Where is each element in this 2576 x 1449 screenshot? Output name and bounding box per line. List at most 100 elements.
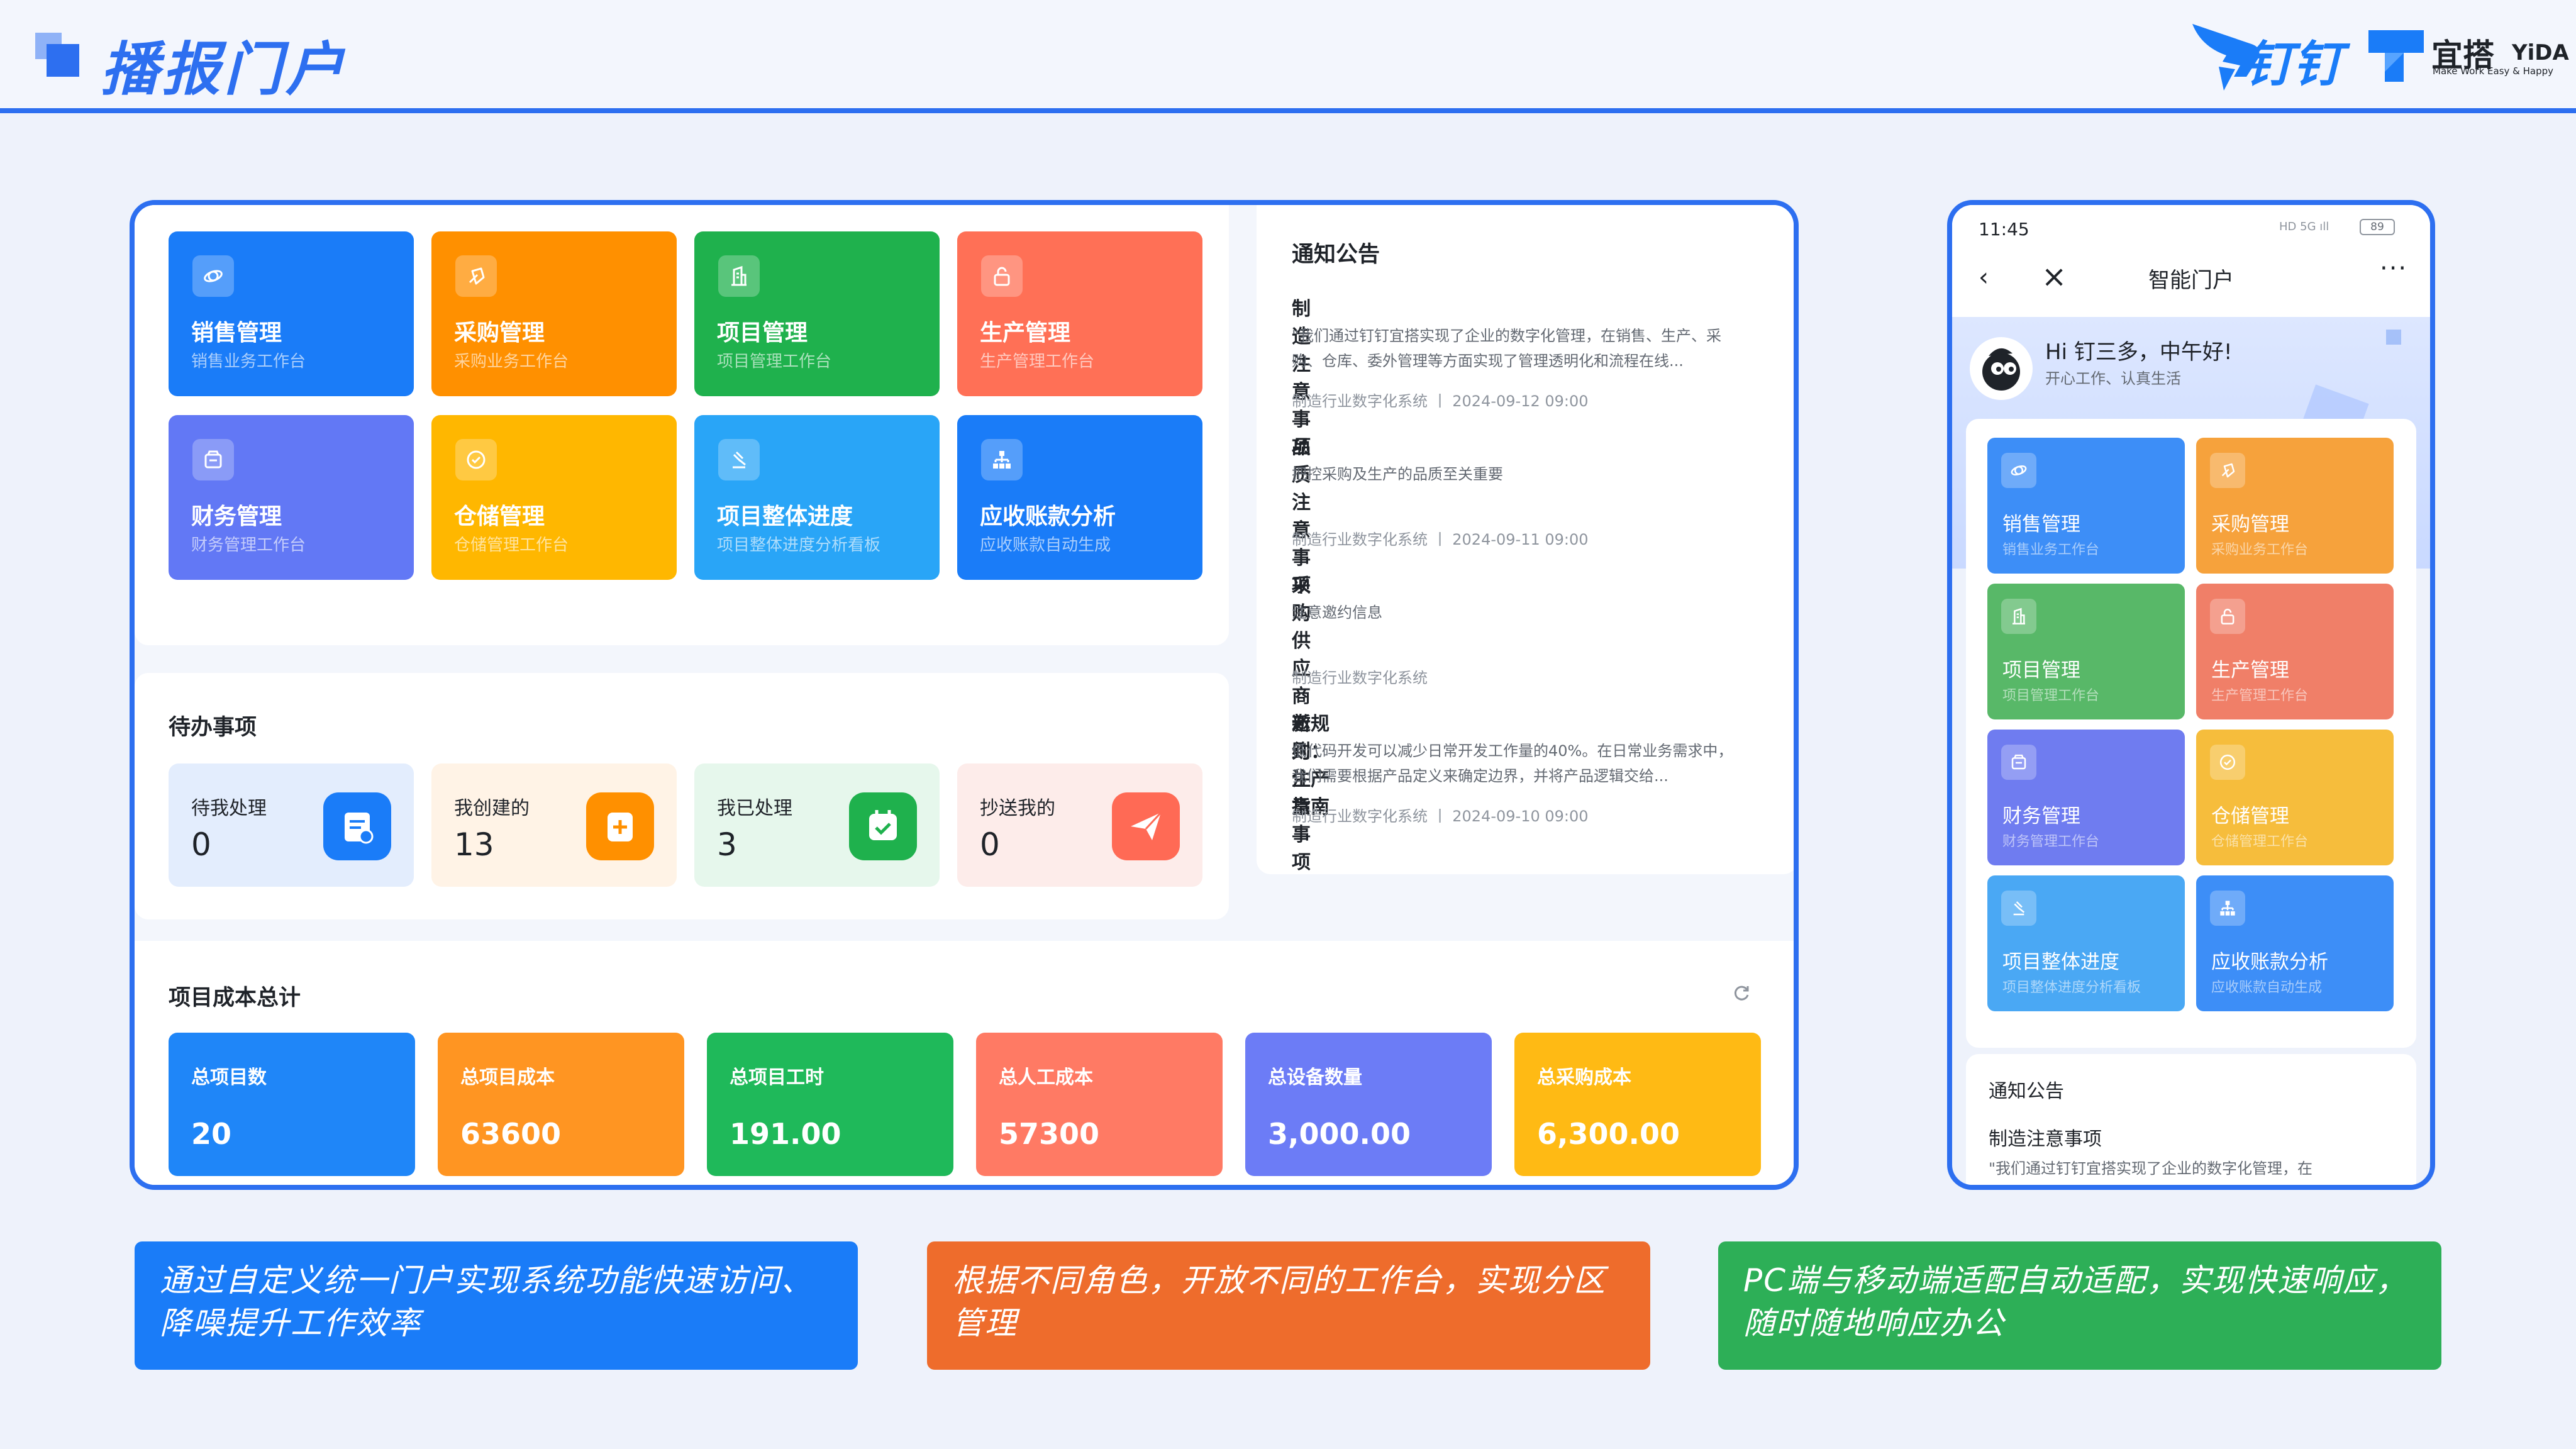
cost-label: 总项目成本 <box>460 1067 555 1089</box>
todo-label: 我创建的 <box>454 797 530 819</box>
app-tile[interactable]: 应收账款分析 应收账款自动生成 <box>957 415 1202 580</box>
todo-item[interactable]: 我创建的 13 <box>431 763 677 887</box>
app-subtitle: 仓储管理工作台 <box>454 536 569 555</box>
app-subtitle: 采购业务工作台 <box>454 352 569 371</box>
app-icon-box <box>2210 599 2245 634</box>
app-icon-box <box>2210 891 2245 926</box>
cost-stat-card: 总项目成本 63600 <box>438 1033 684 1176</box>
app-tile[interactable]: 仓储管理 仓储管理工作台 <box>431 415 677 580</box>
mobile-app-subtitle: 应收账款自动生成 <box>2211 980 2323 996</box>
app-title: 销售管理 <box>191 320 282 346</box>
mobile-app-subtitle: 采购业务工作台 <box>2211 542 2309 558</box>
app-icon-box <box>718 439 760 480</box>
mobile-notice-item-body: "我们通过钉钉宜搭实现了企业的数字化管理，在 <box>1989 1160 2313 1177</box>
squares-logo-icon <box>35 33 79 77</box>
cost-value: 57300 <box>999 1117 1100 1151</box>
app-subtitle: 项目管理工作台 <box>717 352 832 371</box>
dingtalk-label: 钉钉 <box>2244 36 2343 93</box>
app-icon-box <box>981 439 1023 480</box>
app-subtitle: 项目整体进度分析看板 <box>717 536 881 555</box>
app-tile[interactable]: 采购管理采购业务工作台 <box>431 231 677 396</box>
cost-value: 63600 <box>460 1117 562 1151</box>
todo-icon-box <box>1112 792 1180 860</box>
mobile-app-tile[interactable]: 采购管理采购业务工作台 <box>2196 438 2394 574</box>
app-tile[interactable]: 财务管理 财务管理工作台 <box>169 415 414 580</box>
app-icon-box <box>2001 745 2036 780</box>
mobile-app-tile[interactable]: 应收账款分析 应收账款自动生成 <box>2196 875 2394 1011</box>
mobile-app-tile[interactable]: 生产管理生产管理工作台 <box>2196 584 2394 719</box>
check-badge-icon <box>467 450 486 469</box>
mobile-app-subtitle: 项目管理工作台 <box>2002 688 2100 704</box>
page-title: 播报门户 <box>101 36 348 103</box>
mobile-title: 智能门户 <box>2148 268 2234 293</box>
mobile-app-subtitle: 项目整体进度分析看板 <box>2002 980 2141 996</box>
cost-value: 3,000.00 <box>1268 1117 1411 1151</box>
document-icon <box>345 813 374 844</box>
cost-label: 总项目数 <box>191 1067 267 1089</box>
app-tile[interactable]: 销售管理 销售业务工作台 <box>169 231 414 396</box>
mobile-notice-item-title[interactable]: 制造注意事项 <box>1989 1123 2102 1151</box>
todo-item[interactable]: 待我处理 0 <box>169 763 414 887</box>
notice-item-body: 低代码开发可以减少日常开发工作量的40%。在日常业务需求中，我们需要根据产品定义… <box>1292 742 1733 785</box>
todo-item[interactable]: 抄送我的 0 <box>957 763 1202 887</box>
battery-icon: 89 <box>2360 219 2395 235</box>
app-icon-box <box>2001 453 2036 488</box>
more-icon[interactable]: ··· <box>2380 254 2407 283</box>
cost-stat-card: 总项目数 20 <box>169 1033 415 1176</box>
mobile-app-tile[interactable]: 财务管理 财务管理工作台 <box>1987 730 2185 865</box>
app-tile[interactable]: 项目整体进度项目整体进度分析看板 <box>694 415 940 580</box>
org-tree-icon <box>2220 901 2235 916</box>
send-icon <box>1131 811 1162 840</box>
todo-count: 0 <box>191 826 211 863</box>
todo-item[interactable]: 我已处理 3 <box>694 763 940 887</box>
todo-icon-box <box>849 792 917 860</box>
yida-slogan: Make Work Easy & Happy <box>2433 65 2554 77</box>
planet-icon <box>204 270 223 282</box>
mobile-app-tile[interactable]: 仓储管理 仓储管理工作台 <box>2196 730 2394 865</box>
mobile-app-tile[interactable]: 项目管理 项目管理工作台 <box>1987 584 2185 719</box>
mobile-app-subtitle: 生产管理工作台 <box>2211 688 2309 704</box>
yida-logo-icon <box>2368 30 2424 82</box>
app-icon-box <box>718 255 760 297</box>
greeting-text: Hi 钉三多，中午好! <box>2045 340 2233 365</box>
mobile-app-title: 销售管理 <box>2002 513 2080 536</box>
refresh-icon[interactable] <box>1732 984 1751 1002</box>
todo-label: 我已处理 <box>717 797 792 819</box>
todo-count: 13 <box>454 826 494 863</box>
mobile-app-title: 项目整体进度 <box>2002 951 2119 974</box>
app-icon-box <box>981 255 1023 297</box>
building-icon <box>731 265 747 286</box>
notice-item-body: 注意邀约信息 <box>1292 604 1382 621</box>
mobile-app-title: 生产管理 <box>2211 659 2289 682</box>
app-tile[interactable]: 项目管理 项目管理工作台 <box>694 231 940 396</box>
app-title: 项目整体进度 <box>717 504 853 530</box>
wallet-icon <box>204 450 222 469</box>
status-time: 11:45 <box>1979 219 2029 240</box>
cost-stat-card: 总采购成本 6,300.00 <box>1514 1033 1761 1176</box>
app-icon-box <box>455 255 497 297</box>
app-icon-box <box>2210 745 2245 780</box>
app-tile[interactable]: 生产管理 生产管理工作台 <box>957 231 1202 396</box>
cost-stat-card: 总设备数量 3,000.00 <box>1245 1033 1492 1176</box>
cost-label: 总人工成本 <box>999 1067 1093 1089</box>
check-badge-icon <box>2219 754 2236 770</box>
notice-item-body: 把控采购及生产的品质至关重要 <box>1292 465 1503 483</box>
mobile-app-tile[interactable]: 销售管理 销售业务工作台 <box>1987 438 2185 574</box>
notice-item-meta: 制造行业数字化系统 <box>1292 669 1428 687</box>
mobile-app-title: 采购管理 <box>2211 513 2289 536</box>
org-tree-icon <box>993 451 1011 469</box>
mobile-app-title: 仓储管理 <box>2211 805 2289 828</box>
notice-item-meta: 制造行业数字化系统 丨 2024-09-12 09:00 <box>1292 392 1589 410</box>
cost-value: 20 <box>191 1117 232 1151</box>
cost-stat-card: 总项目工时 191.00 <box>707 1033 953 1176</box>
app-title: 采购管理 <box>454 320 545 346</box>
lock-icon <box>994 267 1010 286</box>
app-icon-box <box>2210 453 2245 488</box>
cost-title: 项目成本总计 <box>169 985 301 1011</box>
mobile-app-tile[interactable]: 项目整体进度项目整体进度分析看板 <box>1987 875 2185 1011</box>
app-icon-box <box>455 439 497 480</box>
app-icon-box <box>192 255 234 297</box>
app-title: 生产管理 <box>980 320 1071 346</box>
mobile-portal-frame: 11:45 HD 5G ıll 89 ‹ × 智能门户 ··· Hi 钉三多，中… <box>1947 200 2435 1190</box>
mobile-app-subtitle: 财务管理工作台 <box>2002 834 2100 850</box>
